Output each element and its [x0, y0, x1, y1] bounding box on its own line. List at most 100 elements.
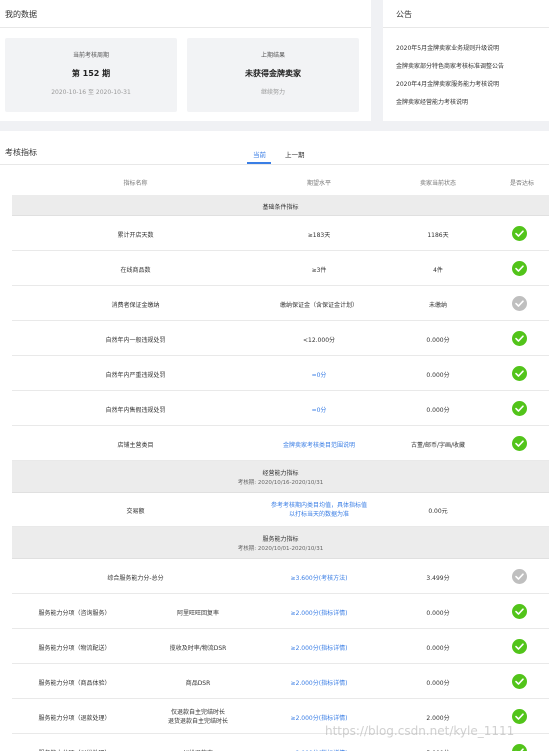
divider [0, 27, 371, 28]
check-pass-icon [512, 436, 527, 451]
check-fail-icon [512, 296, 527, 311]
announcement-card: 公告 2020年5月金牌卖家业务规则升级说明 金牌卖家部分特色商家考核标准调整公… [383, 0, 549, 121]
table-row: 服务能力分项（商品体验） 商品DSR ≥2.000分(指标详情) 0.000分 [12, 664, 549, 699]
announcement-item[interactable]: 2020年4月金牌卖家服务能力考核说明 [396, 79, 499, 88]
metric-status: 0.000分 [426, 680, 450, 687]
expected-line: 以打标当天的数据为准 [288, 511, 349, 518]
metric-subname-line: 仅退款自主完结时长 [170, 709, 225, 716]
last-result-box: 上期结果 未获得金牌卖家 继续努力 [187, 38, 359, 112]
table-row: 服务能力分项（咨询服务） 阿里旺旺回复率 ≥2.000分(指标详情) 0.000分 [12, 594, 549, 629]
section-service: 服务能力指标 考核期: 2020/10/01-2020/10/31 [12, 527, 549, 559]
section-title: 经营能力指标 [262, 470, 299, 477]
metric-name: 自然年内严重违规处罚 [105, 372, 166, 379]
metric-name: 综合服务能力分-总分 [107, 575, 164, 582]
section-basic: 基础条件指标 [12, 195, 549, 216]
header-pass: 是否达标 [509, 180, 534, 187]
metric-name: 消费者保证金缴纳 [111, 302, 160, 309]
metric-expected: ≥3件 [311, 267, 327, 274]
tab-current[interactable]: 当前 [253, 149, 266, 159]
table-row: 综合服务能力分-总分 ≥3.600分(考核方法) 3.499分 [12, 559, 549, 594]
metric-name: 交易额 [126, 508, 145, 515]
section-period: 考核期: 2020/10/01-2020/10/31 [237, 546, 324, 552]
metric-status: 0.000分 [426, 372, 450, 379]
metric-expected[interactable]: ≥3.600分(考核方法) [245, 573, 393, 582]
watermark: https://blog.csdn.net/kyle_1111 [325, 724, 515, 738]
metric-expected[interactable]: ≥2.000分(指标详情) [245, 678, 393, 687]
last-result-value: 未获得金牌卖家 [245, 69, 301, 78]
check-pass-icon [512, 604, 527, 619]
table-row: 自然年内严重违规处罚 =0分 0.000分 [12, 356, 549, 391]
expected-line: 参考考核期内类目均值，具体指标值 [270, 502, 367, 509]
announcement-item[interactable]: 2020年5月金牌卖家业务规则升级说明 [396, 43, 499, 52]
metric-name: 服务能力分项（咨询服务） [38, 610, 111, 617]
check-pass-icon [512, 401, 527, 416]
check-pass-icon [512, 331, 527, 346]
announcement-item[interactable]: 金牌卖家部分特色商家考核标准调整公告 [396, 61, 504, 70]
tabs-divider [0, 164, 549, 165]
metric-status: 古董/邮币/字画/收藏 [410, 442, 466, 449]
metric-name: 服务能力分项（退款处理） [38, 715, 111, 722]
my-data-card: 我的数据 当前考核周期 第 152 期 2020-10-16 至 2020-10… [0, 0, 371, 121]
metric-name: 自然年内一般违规处罚 [105, 337, 166, 344]
metric-status: 4件 [433, 267, 443, 274]
section-title: 服务能力指标 [262, 536, 299, 543]
header-expected: 期望水平 [306, 180, 331, 187]
check-pass-icon [512, 639, 527, 654]
metric-subname: 阿里旺旺回复率 [176, 610, 219, 617]
section-period: 考核期: 2020/10/16-2020/10/31 [237, 480, 324, 486]
metric-status: 3.499分 [426, 575, 450, 582]
metric-expected[interactable]: ≥2.000分(指标详情) [245, 643, 393, 652]
check-pass-icon [512, 744, 527, 751]
metric-expected[interactable]: ≥2.000分(指标详情) [245, 608, 393, 617]
metric-name: 自然年内售假违规处罚 [105, 407, 166, 414]
table-row: 交易额 参考考核期内类目均值，具体指标值 以打标当天的数据为准 0.00元 [12, 493, 549, 527]
check-pass-icon [512, 709, 527, 724]
check-pass-icon [512, 366, 527, 381]
metric-status: 0.000分 [426, 610, 450, 617]
announcement-item[interactable]: 金牌卖家经营能力考核说明 [396, 97, 468, 106]
current-period-value: 第 152 期 [71, 69, 111, 78]
table-row: 累计开店天数 ≥183天 1186天 [12, 216, 549, 251]
current-period-label: 当前考核周期 [72, 52, 109, 59]
metric-expected: <12.000分 [302, 337, 336, 344]
metric-status: 0.000分 [426, 645, 450, 652]
metric-name: 服务能力分项（商品体验） [38, 680, 111, 687]
tab-previous[interactable]: 上一期 [285, 149, 305, 159]
metric-expected[interactable]: 金牌卖家考核类目范围说明 [245, 440, 393, 449]
metric-name: 累计开店天数 [117, 232, 154, 239]
metric-expected[interactable]: ≥2.000分(指标详情) [245, 713, 393, 722]
metric-subname: 商品DSR [185, 680, 211, 687]
table-row: 服务能力分项（物流配送） 揽收及时率/物流DSR ≥2.000分(指标详情) 0.00… [12, 629, 549, 664]
metric-status: 未缴纳 [428, 302, 447, 309]
header-status: 卖家当前状态 [419, 180, 456, 187]
metric-name: 店铺主营类目 [117, 442, 154, 449]
metric-status: 1186天 [427, 232, 449, 239]
metric-expected: ≥183天 [307, 232, 331, 239]
check-pass-icon [512, 226, 527, 241]
table-row: 消费者保证金缴纳 缴纳保证金（含保证金计划） 未缴纳 [12, 286, 549, 321]
table-row: 自然年内售假违规处罚 =0分 0.000分 [12, 391, 549, 426]
last-result-label: 上期结果 [260, 52, 285, 59]
my-data-title: 我的数据 [5, 10, 37, 19]
metric-expected[interactable]: =0分 [245, 405, 393, 414]
last-result-sub: 继续努力 [260, 89, 285, 96]
metric-status: 0.00元 [428, 508, 448, 515]
metric-expected[interactable]: 参考考核期内类目均值，具体指标值 以打标当天的数据为准 [245, 501, 393, 519]
metric-status: 0.000分 [426, 337, 450, 344]
header-name: 指标名称 [123, 180, 148, 187]
announcement-title: 公告 [396, 10, 412, 19]
section-title: 基础条件指标 [262, 204, 299, 211]
metrics-title: 考核指标 [5, 148, 37, 157]
check-pass-icon [512, 261, 527, 276]
metric-name: 在线商品数 [120, 267, 151, 274]
metric-status: 0.000分 [426, 407, 450, 414]
metric-name: 服务能力分项（物流配送） [38, 645, 111, 652]
table-row: 在线商品数 ≥3件 4件 [12, 251, 549, 286]
check-pass-icon [512, 674, 527, 689]
current-period-range: 2020-10-16 至 2020-10-31 [51, 89, 131, 96]
check-fail-icon [512, 569, 527, 584]
divider [383, 27, 549, 28]
current-period-box: 当前考核周期 第 152 期 2020-10-16 至 2020-10-31 [5, 38, 177, 112]
metric-expected[interactable]: =0分 [245, 370, 393, 379]
table-row: 店铺主营类目 金牌卖家考核类目范围说明 古董/邮币/字画/收藏 [12, 426, 549, 461]
